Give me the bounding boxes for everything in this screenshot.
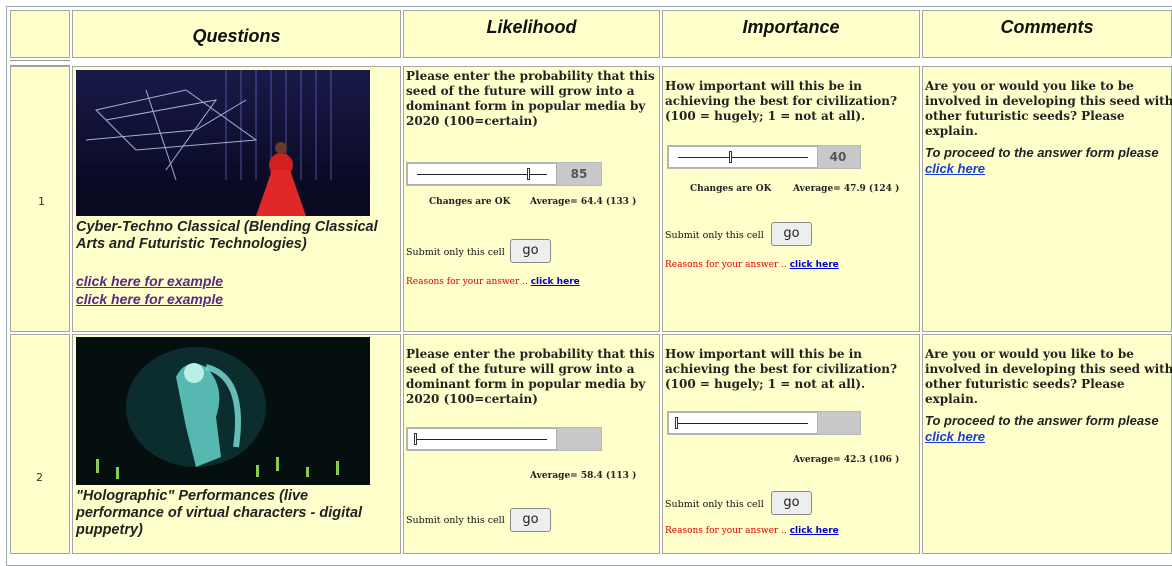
importance-prompt: How important will this be in achieving … [665, 347, 898, 391]
reasons-text: Reasons for your answer .. click here [665, 526, 839, 536]
row-number: 1 [38, 195, 45, 208]
question-title: Cyber-Techno Classical (Blending Classic… [76, 219, 378, 252]
row1-importance-cell: How important will this be in achieving … [662, 66, 920, 332]
changes-ok-text: Changes are OK [690, 184, 772, 194]
reasons-text: Reasons for your answer .. click here [665, 260, 839, 270]
submit-cell-label: Submit only this cell [665, 230, 764, 241]
reasons-link[interactable]: click here [790, 260, 839, 270]
row2-likelihood-cell: Please enter the probability that this s… [403, 334, 660, 554]
slider-value: 85 [570, 167, 588, 181]
average-text: Average= 42.3 (106 ) [793, 455, 900, 465]
proceed-text: To proceed to the answer form please cli… [925, 145, 1159, 176]
header-comments: Comments [922, 10, 1172, 58]
submit-cell-label: Submit only this cell [406, 247, 505, 258]
row1-number-cell: 1 [10, 66, 70, 332]
row1-question-cell: Cyber-Techno Classical (Blending Classic… [72, 66, 401, 332]
slider-track [678, 157, 808, 158]
row2-number-cell: 2 [10, 334, 70, 554]
slider-track [415, 439, 547, 440]
slider-thumb[interactable] [675, 417, 678, 429]
row2-question-cell: "Holographic" Performances (live perform… [72, 334, 401, 554]
average-text: Average= 47.9 (124 ) [793, 184, 900, 194]
likelihood-prompt: Please enter the probability that this s… [406, 347, 655, 406]
slider-thumb[interactable] [526, 168, 530, 180]
header-importance: Importance [662, 10, 920, 58]
row2-importance-cell: How important will this be in achieving … [662, 334, 920, 554]
comments-prompt: Are you or would you like to be involved… [925, 347, 1172, 406]
reasons-text: Reasons for your answer .. click here [406, 277, 580, 287]
submit-cell-label: Submit only this cell [406, 515, 505, 526]
slider-value: 40 [829, 150, 847, 164]
slider-thumb[interactable] [729, 151, 732, 163]
row2-comments-cell: Are you or would you like to be involved… [922, 334, 1172, 554]
importance-slider[interactable] [667, 411, 861, 435]
header-questions: Questions [72, 10, 401, 58]
go-button[interactable]: go [771, 222, 812, 246]
header-number-cell [10, 10, 70, 58]
row-number: 2 [36, 471, 43, 484]
slider-track [676, 423, 808, 424]
likelihood-slider[interactable]: 85 [406, 162, 602, 186]
slider-thumb[interactable] [414, 433, 417, 445]
reasons-link[interactable]: click here [790, 526, 839, 536]
go-button[interactable]: go [771, 491, 812, 515]
header-likelihood: Likelihood [403, 10, 660, 58]
likelihood-prompt: Please enter the probability that this s… [406, 69, 655, 128]
example-link-2[interactable]: click here for example [76, 291, 223, 308]
stage-performance-image [76, 70, 370, 216]
proceed-text: To proceed to the answer form please cli… [925, 413, 1159, 444]
row1-likelihood-cell: Please enter the probability that this s… [403, 66, 660, 332]
go-button[interactable]: go [510, 508, 551, 532]
average-text: Average= 58.4 (113 ) [530, 471, 637, 481]
importance-prompt: How important will this be in achieving … [665, 79, 898, 123]
changes-ok-text: Changes are OK [429, 197, 511, 207]
row1-comments-cell: Are you or would you like to be involved… [922, 66, 1172, 332]
likelihood-slider[interactable] [406, 427, 602, 451]
go-button[interactable]: go [510, 239, 551, 263]
example-link-1[interactable]: click here for example [76, 273, 223, 290]
reasons-link[interactable]: click here [531, 277, 580, 287]
proceed-link[interactable]: click here [925, 161, 985, 176]
importance-slider[interactable]: 40 [667, 145, 861, 169]
question-title: "Holographic" Performances (live perform… [76, 488, 363, 538]
comments-prompt: Are you or would you like to be involved… [925, 79, 1172, 138]
hologram-performance-image [76, 337, 370, 485]
proceed-link[interactable]: click here [925, 429, 985, 444]
submit-cell-label: Submit only this cell [665, 499, 764, 510]
average-text: Average= 64.4 (133 ) [530, 197, 637, 207]
